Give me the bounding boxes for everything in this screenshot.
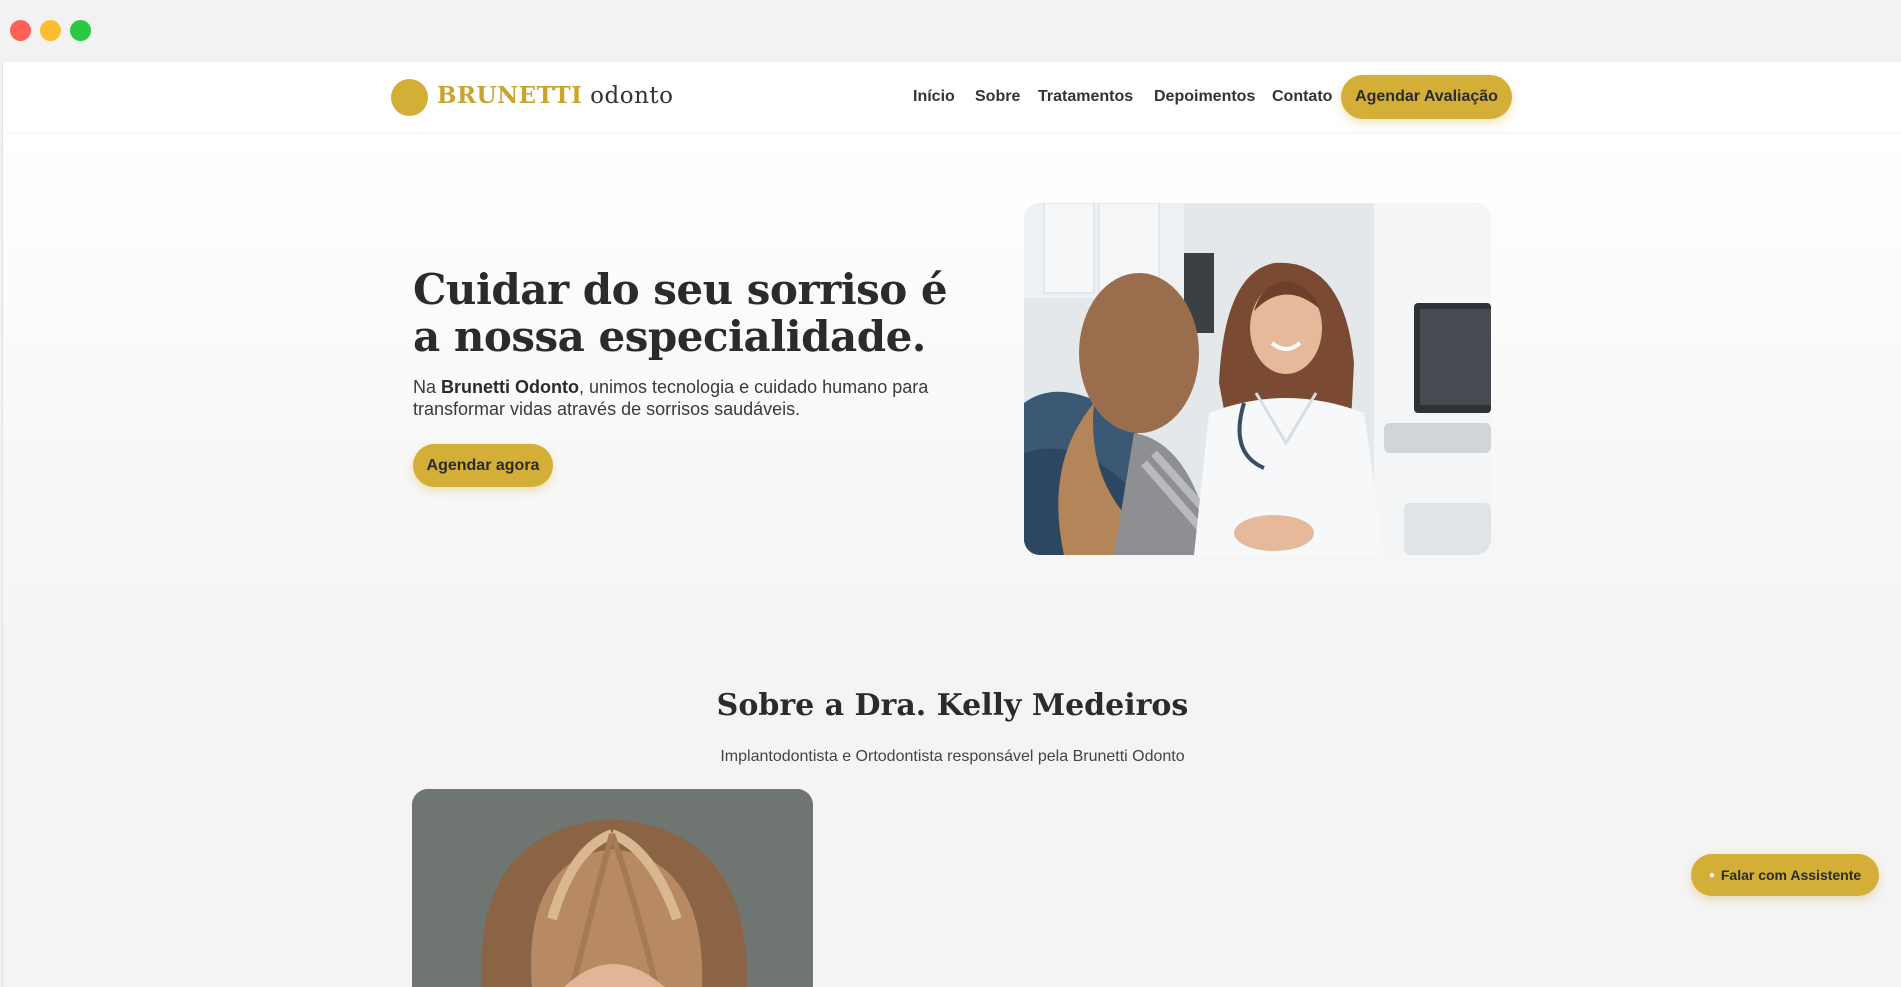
doctor-portrait-illustration	[412, 789, 813, 987]
nav-link-inicio[interactable]: Início	[913, 88, 955, 106]
hero-text-brand: Brunetti Odonto	[441, 377, 579, 397]
nav-link-depoimentos[interactable]: Depoimentos	[1154, 88, 1255, 106]
doctor-portrait-photo	[412, 789, 813, 987]
about-section-title: Sobre a Dra. Kelly Medeiros	[716, 688, 1189, 723]
logo-subtitle: odonto	[590, 83, 674, 109]
chat-assistant-label: Falar com Assistente	[1720, 867, 1862, 883]
hero-title: Cuidar do seu sorriso é a nossa especial…	[413, 265, 948, 361]
nav-link-contato[interactable]: Contato	[1272, 88, 1332, 106]
window-chrome	[0, 0, 1901, 62]
hero-text-prefix: Na	[413, 377, 442, 397]
maximize-window-button[interactable]	[70, 20, 91, 41]
nav-link-tratamentos[interactable]: Tratamentos	[1038, 88, 1133, 106]
schedule-evaluation-button[interactable]: Agendar Avaliação	[1341, 75, 1512, 119]
hero-background	[3, 132, 1901, 652]
dental-clinic-illustration	[1024, 203, 1491, 555]
logo[interactable]: BRUNETTI odonto	[437, 82, 673, 109]
logo-brand: BRUNETTI	[437, 82, 583, 109]
hero-photo-dentist-patient	[1024, 203, 1491, 555]
schedule-now-button[interactable]: Agendar agora	[413, 444, 553, 487]
nav-link-sobre[interactable]: Sobre	[975, 88, 1020, 106]
hero-description: Na Brunetti Odonto, unimos tecnologia e …	[413, 376, 933, 420]
site-header: BRUNETTI odonto Início Sobre Tratamentos…	[3, 62, 1901, 132]
chat-assistant-button[interactable]: ● Falar com Assistente	[1691, 854, 1879, 896]
logo-mark-icon[interactable]	[391, 79, 428, 116]
minimize-window-button[interactable]	[40, 20, 61, 41]
about-section-subtitle: Implantodontista e Ortodontista responsá…	[720, 748, 1185, 765]
chat-bubble-icon: ●	[1708, 869, 1715, 881]
close-window-button[interactable]	[10, 20, 31, 41]
page-viewport: BRUNETTI odonto Início Sobre Tratamentos…	[2, 62, 1901, 987]
